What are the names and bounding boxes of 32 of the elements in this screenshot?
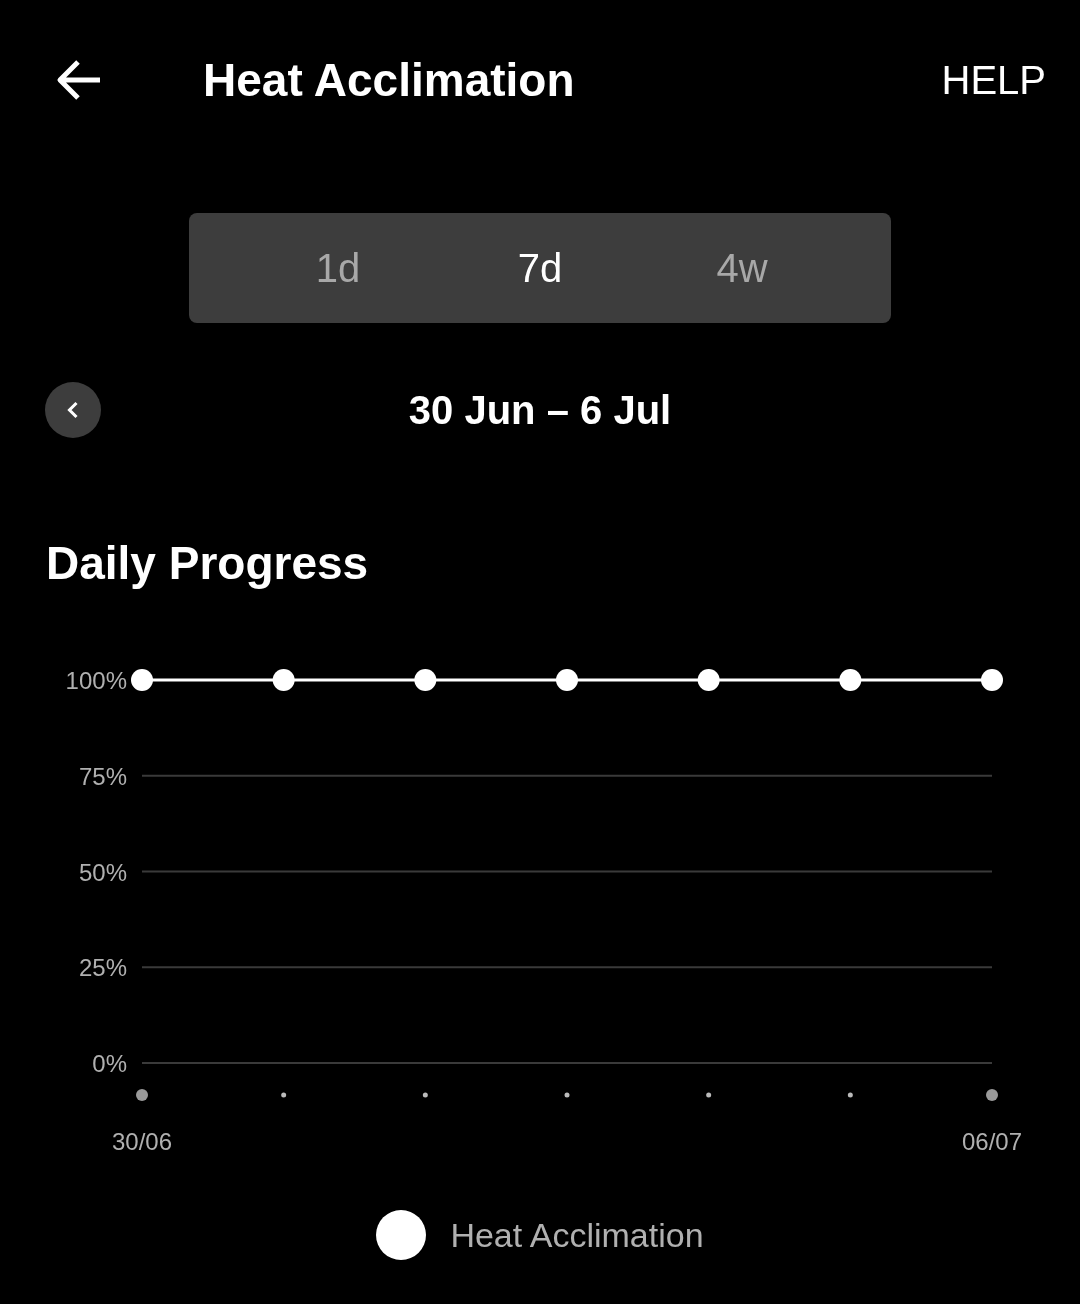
back-arrow-icon[interactable] xyxy=(56,60,102,100)
data-point xyxy=(272,669,295,691)
tick-mark xyxy=(847,1092,853,1098)
section-title: Daily Progress xyxy=(46,536,370,591)
chevron-left-icon xyxy=(66,401,80,419)
axis-label: 30/06 xyxy=(111,1128,173,1155)
data-point xyxy=(981,669,1003,691)
axis-label: 75% xyxy=(78,762,127,790)
data-point xyxy=(839,669,862,691)
tick-mark xyxy=(564,1092,570,1098)
range-tab[interactable]: 4w xyxy=(694,245,790,291)
tick-mark xyxy=(706,1092,712,1098)
previous-button[interactable] xyxy=(45,382,101,438)
screen-title: Heat Acclimation xyxy=(203,53,576,107)
axis-label: 06/07 xyxy=(961,1128,1023,1155)
axis-label: 50% xyxy=(78,858,127,886)
tick-mark xyxy=(986,1089,998,1101)
range-tab[interactable]: 7d xyxy=(492,245,588,291)
help-button[interactable]: HELP xyxy=(941,57,1046,103)
tick-mark xyxy=(136,1089,148,1101)
data-point xyxy=(131,669,153,691)
tick-mark xyxy=(281,1092,287,1098)
axis-label: 25% xyxy=(78,954,127,982)
axis-label: 100% xyxy=(65,667,127,694)
legend-label: Heat Acclimation xyxy=(450,1215,704,1255)
tick-mark xyxy=(422,1092,428,1098)
date-range: 30 Jun – 6 Jul xyxy=(408,387,672,433)
data-point xyxy=(556,669,578,691)
range-tab[interactable]: 1d xyxy=(290,245,386,291)
axis-label: 0% xyxy=(92,1050,127,1077)
data-point xyxy=(414,669,437,691)
data-point xyxy=(697,669,720,691)
